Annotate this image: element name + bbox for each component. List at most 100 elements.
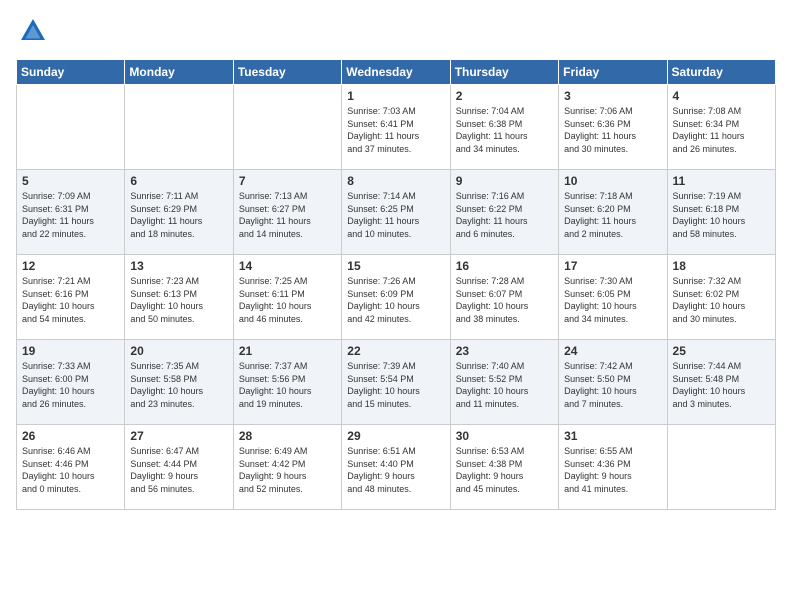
day-number: 13: [130, 259, 227, 273]
day-info: Sunrise: 7:30 AM Sunset: 6:05 PM Dayligh…: [564, 275, 661, 325]
day-header-sunday: Sunday: [17, 60, 125, 85]
calendar-week-row: 12 Sunrise: 7:21 AM Sunset: 6:16 PM Dayli…: [17, 255, 776, 340]
day-number: 2: [456, 89, 553, 103]
day-number: 30: [456, 429, 553, 443]
day-info: Sunrise: 6:55 AM Sunset: 4:36 PM Dayligh…: [564, 445, 661, 495]
calendar-cell: 21Sunrise: 7:37 AM Sunset: 5:56 PM Dayli…: [233, 340, 341, 425]
day-number: 21: [239, 344, 336, 358]
day-number: 25: [673, 344, 770, 358]
day-info: Sunrise: 7:21 AM Sunset: 6:16 PM Dayligh…: [22, 275, 119, 325]
day-info: Sunrise: 6:46 AM Sunset: 4:46 PM Dayligh…: [22, 445, 119, 495]
calendar-cell: 12 Sunrise: 7:21 AM Sunset: 6:16 PM Dayli…: [17, 255, 125, 340]
day-info: Sunrise: 7:03 AM Sunset: 6:41 PM Dayligh…: [347, 105, 444, 155]
calendar-week-row: 5 Sunrise: 7:09 AM Sunset: 6:31 PM Daylig…: [17, 170, 776, 255]
day-info: Sunrise: 7:14 AM Sunset: 6:25 PM Dayligh…: [347, 190, 444, 240]
calendar-cell: 11 Sunrise: 7:19 AM Sunset: 6:18 PM Dayli…: [667, 170, 775, 255]
calendar-cell: 6Sunrise: 7:11 AM Sunset: 6:29 PM Daylig…: [125, 170, 233, 255]
page-header: [16, 16, 776, 51]
day-number: 9: [456, 174, 553, 188]
calendar-cell: 13 Sunrise: 7:23 AM Sunset: 6:13 PM Dayli…: [125, 255, 233, 340]
calendar-cell: 18 Sunrise: 7:32 AM Sunset: 6:02 PM Dayli…: [667, 255, 775, 340]
day-number: 12: [22, 259, 119, 273]
calendar-cell: 27 Sunrise: 6:47 AM Sunset: 4:44 PM Dayli…: [125, 425, 233, 510]
calendar-cell: 9 Sunrise: 7:16 AM Sunset: 6:22 PM Daylig…: [450, 170, 558, 255]
calendar-week-row: 1 Sunrise: 7:03 AM Sunset: 6:41 PM Daylig…: [17, 85, 776, 170]
day-info: Sunrise: 7:26 AM Sunset: 6:09 PM Dayligh…: [347, 275, 444, 325]
day-header-tuesday: Tuesday: [233, 60, 341, 85]
day-number: 1: [347, 89, 444, 103]
day-info: Sunrise: 7:11 AM Sunset: 6:29 PM Dayligh…: [130, 190, 227, 240]
day-info: Sunrise: 7:39 AM Sunset: 5:54 PM Dayligh…: [347, 360, 444, 410]
day-number: 14: [239, 259, 336, 273]
calendar-cell: 16 Sunrise: 7:28 AM Sunset: 6:07 PM Dayli…: [450, 255, 558, 340]
day-info: Sunrise: 7:16 AM Sunset: 6:22 PM Dayligh…: [456, 190, 553, 240]
day-number: 5: [22, 174, 119, 188]
day-info: Sunrise: 7:44 AM Sunset: 5:48 PM Dayligh…: [673, 360, 770, 410]
day-number: 26: [22, 429, 119, 443]
calendar-cell: 29 Sunrise: 6:51 AM Sunset: 4:40 PM Dayli…: [342, 425, 450, 510]
calendar-header-row: SundayMondayTuesdayWednesdayThursdayFrid…: [17, 60, 776, 85]
day-info: Sunrise: 7:13 AM Sunset: 6:27 PM Dayligh…: [239, 190, 336, 240]
day-number: 19: [22, 344, 119, 358]
day-info: Sunrise: 6:49 AM Sunset: 4:42 PM Dayligh…: [239, 445, 336, 495]
day-header-wednesday: Wednesday: [342, 60, 450, 85]
day-number: 10: [564, 174, 661, 188]
day-number: 20: [130, 344, 227, 358]
day-info: Sunrise: 7:42 AM Sunset: 5:50 PM Dayligh…: [564, 360, 661, 410]
calendar-cell: 30Sunrise: 6:53 AM Sunset: 4:38 PM Dayli…: [450, 425, 558, 510]
calendar-cell: [667, 425, 775, 510]
calendar-week-row: 19 Sunrise: 7:33 AM Sunset: 6:00 PM Dayli…: [17, 340, 776, 425]
day-number: 17: [564, 259, 661, 273]
day-number: 11: [673, 174, 770, 188]
day-info: Sunrise: 7:25 AM Sunset: 6:11 PM Dayligh…: [239, 275, 336, 325]
day-number: 29: [347, 429, 444, 443]
day-info: Sunrise: 7:06 AM Sunset: 6:36 PM Dayligh…: [564, 105, 661, 155]
calendar-cell: 26 Sunrise: 6:46 AM Sunset: 4:46 PM Dayli…: [17, 425, 125, 510]
calendar-table: SundayMondayTuesdayWednesdayThursdayFrid…: [16, 59, 776, 510]
day-number: 8: [347, 174, 444, 188]
calendar-cell: 4Sunrise: 7:08 AM Sunset: 6:34 PM Daylig…: [667, 85, 775, 170]
calendar-cell: 10 Sunrise: 7:18 AM Sunset: 6:20 PM Dayli…: [559, 170, 667, 255]
calendar-cell: [125, 85, 233, 170]
day-number: 22: [347, 344, 444, 358]
day-header-thursday: Thursday: [450, 60, 558, 85]
calendar-cell: 2Sunrise: 7:04 AM Sunset: 6:38 PM Daylig…: [450, 85, 558, 170]
day-number: 4: [673, 89, 770, 103]
day-info: Sunrise: 7:18 AM Sunset: 6:20 PM Dayligh…: [564, 190, 661, 240]
day-number: 18: [673, 259, 770, 273]
day-number: 27: [130, 429, 227, 443]
day-info: Sunrise: 7:32 AM Sunset: 6:02 PM Dayligh…: [673, 275, 770, 325]
day-info: Sunrise: 6:47 AM Sunset: 4:44 PM Dayligh…: [130, 445, 227, 495]
day-number: 7: [239, 174, 336, 188]
calendar-cell: 24Sunrise: 7:42 AM Sunset: 5:50 PM Dayli…: [559, 340, 667, 425]
calendar-cell: 25 Sunrise: 7:44 AM Sunset: 5:48 PM Dayli…: [667, 340, 775, 425]
calendar-cell: 3 Sunrise: 7:06 AM Sunset: 6:36 PM Daylig…: [559, 85, 667, 170]
day-number: 3: [564, 89, 661, 103]
calendar-cell: 19 Sunrise: 7:33 AM Sunset: 6:00 PM Dayli…: [17, 340, 125, 425]
calendar-cell: [233, 85, 341, 170]
day-info: Sunrise: 7:19 AM Sunset: 6:18 PM Dayligh…: [673, 190, 770, 240]
day-info: Sunrise: 7:35 AM Sunset: 5:58 PM Dayligh…: [130, 360, 227, 410]
day-info: Sunrise: 7:09 AM Sunset: 6:31 PM Dayligh…: [22, 190, 119, 240]
day-info: Sunrise: 7:33 AM Sunset: 6:00 PM Dayligh…: [22, 360, 119, 410]
day-info: Sunrise: 7:40 AM Sunset: 5:52 PM Dayligh…: [456, 360, 553, 410]
logo: [16, 16, 48, 51]
calendar-cell: 17 Sunrise: 7:30 AM Sunset: 6:05 PM Dayli…: [559, 255, 667, 340]
day-info: Sunrise: 7:28 AM Sunset: 6:07 PM Dayligh…: [456, 275, 553, 325]
day-number: 28: [239, 429, 336, 443]
calendar-cell: 5 Sunrise: 7:09 AM Sunset: 6:31 PM Daylig…: [17, 170, 125, 255]
day-header-monday: Monday: [125, 60, 233, 85]
day-number: 15: [347, 259, 444, 273]
calendar-week-row: 26 Sunrise: 6:46 AM Sunset: 4:46 PM Dayli…: [17, 425, 776, 510]
day-info: Sunrise: 6:51 AM Sunset: 4:40 PM Dayligh…: [347, 445, 444, 495]
calendar-cell: 23Sunrise: 7:40 AM Sunset: 5:52 PM Dayli…: [450, 340, 558, 425]
calendar-cell: 22 Sunrise: 7:39 AM Sunset: 5:54 PM Dayli…: [342, 340, 450, 425]
day-number: 16: [456, 259, 553, 273]
calendar-cell: [17, 85, 125, 170]
day-info: Sunrise: 7:23 AM Sunset: 6:13 PM Dayligh…: [130, 275, 227, 325]
calendar-cell: 15 Sunrise: 7:26 AM Sunset: 6:09 PM Dayli…: [342, 255, 450, 340]
calendar-cell: 7 Sunrise: 7:13 AM Sunset: 6:27 PM Daylig…: [233, 170, 341, 255]
calendar-cell: 8 Sunrise: 7:14 AM Sunset: 6:25 PM Daylig…: [342, 170, 450, 255]
day-header-friday: Friday: [559, 60, 667, 85]
calendar-cell: 1 Sunrise: 7:03 AM Sunset: 6:41 PM Daylig…: [342, 85, 450, 170]
